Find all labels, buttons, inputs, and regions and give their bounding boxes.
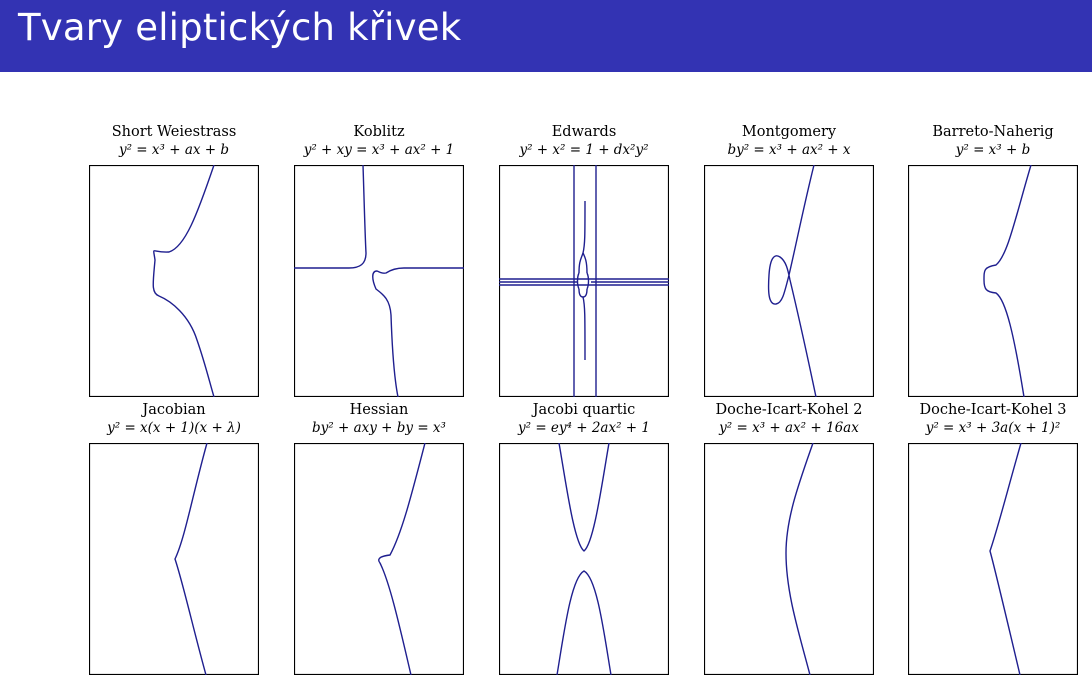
plot-frame: [704, 443, 874, 675]
curve-line: [152, 165, 215, 397]
curve-line: [578, 200, 586, 274]
plot-frame: [908, 165, 1078, 397]
panel-barreto-naherig: Barreto-Naherig y² = x³ + b: [908, 124, 1078, 399]
curve-line: [174, 443, 208, 675]
plot-frame: [499, 443, 669, 675]
curve-line: [582, 296, 586, 361]
curve-plot: [908, 443, 1078, 675]
curve-equation: by² + axy + by = x³: [312, 420, 446, 436]
curve-name: Hessian: [349, 402, 409, 418]
curve-equation: y² = x³ + b: [955, 142, 1031, 158]
curve-plot: [499, 165, 669, 397]
curve-plot: [89, 165, 259, 397]
panel-jacobi-quartic: Jacobi quartic y² = ey⁴ + 2ax² + 1: [499, 402, 669, 677]
curve-equation: y² + xy = x³ + ax² + 1: [303, 142, 455, 158]
curve-plot: [704, 443, 874, 675]
curve-name: Jacobian: [142, 402, 206, 418]
curve-line: [983, 165, 1032, 397]
panel-doche-icart-kohel-3: Doche-Icart-Kohel 3 y² = x³ + 3a(x + 1)²: [908, 402, 1078, 677]
curve-line: [576, 272, 590, 290]
curve-plot: [908, 165, 1078, 397]
panel-jacobian: Jacobian y² = x(x + 1)(x + λ): [89, 402, 259, 677]
curve-plot: [499, 443, 669, 675]
curve-name: Doche-Icart-Kohel 2: [715, 402, 863, 418]
curve-name: Montgomery: [741, 124, 837, 140]
plot-frame: [89, 443, 259, 675]
curve-line: [578, 288, 588, 298]
panel-edwards: Edwards y² + x² = 1 + dx²y²: [499, 124, 669, 399]
curve-line: [294, 165, 367, 269]
curve-name: Jacobi quartic: [532, 402, 636, 418]
curve-equation: y² = x³ + ax + b: [118, 142, 230, 158]
plot-frame: [704, 165, 874, 397]
curve-line: [378, 443, 426, 675]
panel-doche-icart-kohel-2: Doche-Icart-Kohel 2 y² = x³ + ax² + 16ax: [704, 402, 874, 677]
panel-hessian: Hessian by² + axy + by = x³: [294, 402, 464, 677]
curve-line: [582, 252, 588, 274]
curve-line: [556, 570, 612, 675]
curve-plot: [704, 165, 874, 397]
curve-name: Short Weiestrass: [111, 124, 237, 140]
curve-plot: [294, 443, 464, 675]
curve-name: Edwards: [551, 124, 617, 140]
curve-line: [785, 443, 814, 675]
plot-frame: [499, 165, 669, 397]
curve-equation: y² = ey⁴ + 2ax² + 1: [517, 420, 650, 436]
curve-line: [372, 267, 464, 397]
curve-grid: Short Weiestrass y² = x³ + ax + b Koblitz y…: [0, 0, 1092, 692]
curve-plot: [294, 165, 464, 397]
panel-short-weierstrass: Short Weiestrass y² = x³ + ax + b: [89, 124, 259, 399]
panel-montgomery: Montgomery by² = x³ + ax² + x: [704, 124, 874, 399]
curve-name: Koblitz: [353, 124, 405, 140]
curve-equation: y² = x(x + 1)(x + λ): [107, 420, 241, 436]
curve-name: Barreto-Naherig: [932, 124, 1054, 140]
curve-equation: y² + x² = 1 + dx²y²: [519, 142, 649, 158]
plot-frame: [294, 165, 464, 397]
curve-line: [558, 443, 610, 552]
plot-frame: [908, 443, 1078, 675]
panel-koblitz: Koblitz y² + xy = x³ + ax² + 1: [294, 124, 464, 399]
curve-line: [989, 443, 1022, 675]
plot-frame: [89, 165, 259, 397]
curve-equation: y² = x³ + ax² + 16ax: [719, 420, 859, 436]
curve-equation: by² = x³ + ax² + x: [727, 142, 851, 158]
curve-plot: [89, 443, 259, 675]
curve-equation: y² = x³ + 3a(x + 1)²: [925, 420, 1061, 436]
curve-line: [767, 165, 817, 397]
curve-name: Doche-Icart-Kohel 3: [919, 402, 1067, 418]
